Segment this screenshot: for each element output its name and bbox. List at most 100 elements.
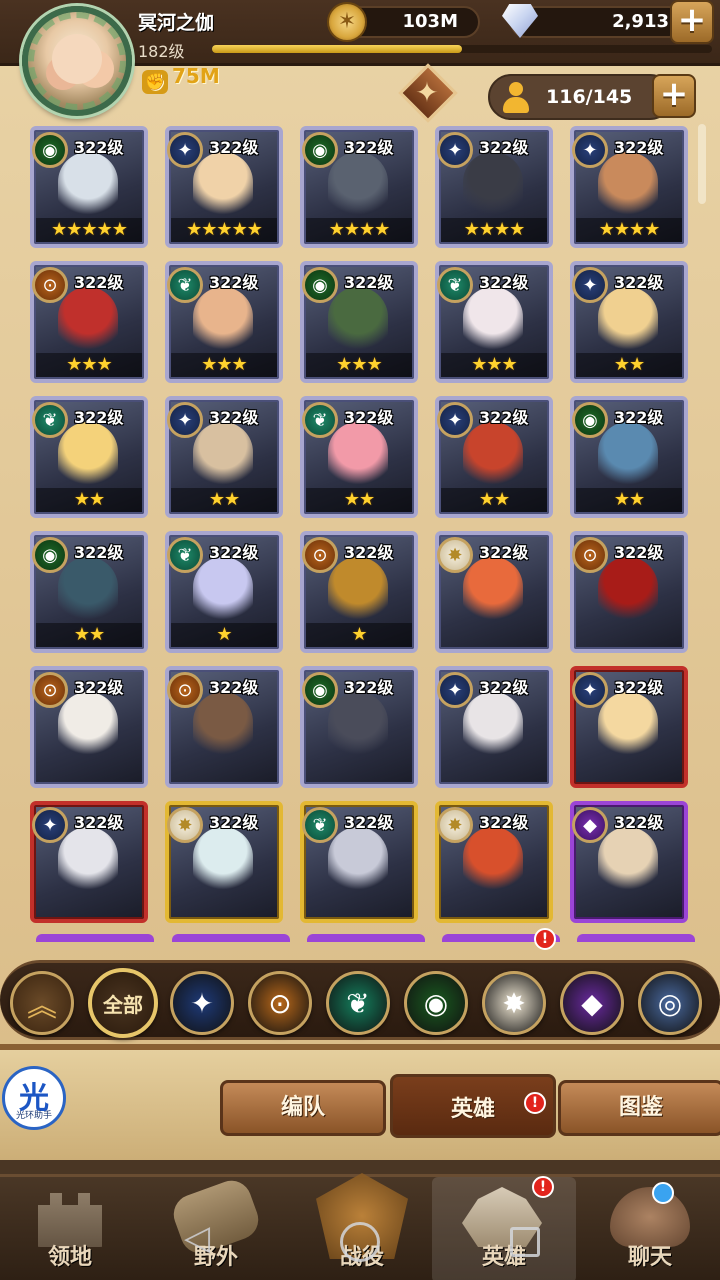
resonating-crystal-button[interactable]: ✦ — [392, 63, 462, 128]
celes-faction-icon: ✸ — [502, 986, 526, 1020]
hero-card[interactable]: ✦ 322级 ★★★★ — [435, 126, 553, 248]
halo-helper-button[interactable]: 光 光环助手 — [2, 1066, 66, 1130]
hero-portrait — [328, 152, 388, 218]
gold-coin-icon — [327, 2, 367, 42]
hero-card[interactable]: ◆ 322级 — [570, 801, 688, 923]
hero-card[interactable]: ◉ 322级 ★★ — [30, 531, 148, 653]
nav-item-heroes[interactable]: 英雄 — [432, 1177, 576, 1280]
wild-faction-icon: ❦ — [346, 986, 370, 1020]
wild-faction-icon: ❦ — [302, 402, 338, 438]
add-hero-slots-button[interactable]: + — [652, 74, 696, 118]
experience-bar-fill — [212, 45, 462, 53]
hero-card[interactable]: ✦ 322级 ★★ — [435, 396, 553, 518]
castle-icon — [38, 1193, 102, 1247]
hero-stars: ★★★★★ — [171, 218, 277, 242]
filter-hypo-button[interactable]: ◆ — [560, 971, 624, 1035]
hero-card[interactable]: ✦ 322级 ★★★★ — [570, 126, 688, 248]
hero-level: 322级 — [344, 408, 394, 427]
hero-card[interactable]: ⊙ 322级 — [165, 666, 283, 788]
add-gems-button[interactable]: + — [670, 0, 714, 44]
hero-card-peek[interactable] — [36, 934, 154, 942]
filter-light-button[interactable]: ✦ — [170, 971, 234, 1035]
hero-card-peek[interactable] — [172, 934, 290, 942]
tab-codex[interactable]: 图鉴 — [558, 1080, 720, 1136]
hero-card[interactable]: ❦ 322级 ★★★ — [165, 261, 283, 383]
chat-bubble-icon — [610, 1187, 690, 1247]
hero-portrait — [598, 557, 658, 623]
light-faction-icon: ✦ — [572, 267, 608, 303]
player-avatar[interactable] — [22, 6, 132, 116]
collapse-chevron-up-icon[interactable]: ︽ — [10, 971, 74, 1035]
hero-portrait — [193, 557, 253, 623]
gold-counter[interactable]: 103M — [327, 2, 480, 42]
hero-card-peek[interactable] — [577, 934, 695, 942]
hero-card[interactable]: ✦ 322级 ★★★★★ — [165, 126, 283, 248]
hero-portrait — [328, 422, 388, 488]
nav-item-territory[interactable]: 领地 — [0, 1177, 140, 1280]
wild-faction-icon: ❦ — [32, 402, 68, 438]
hero-stars: ★★ — [576, 353, 682, 377]
hero-portrait — [58, 152, 118, 218]
hero-stars: ★★★ — [306, 353, 412, 377]
hero-stars: ★★★★ — [576, 218, 682, 242]
hero-card[interactable]: ⊙ 322级 — [30, 666, 148, 788]
system-home-icon[interactable] — [340, 1222, 380, 1262]
hero-card[interactable]: ✦ 322级 ★★ — [570, 261, 688, 383]
hero-portrait — [463, 152, 523, 218]
light-faction-icon: ✦ — [437, 402, 473, 438]
system-back-icon[interactable]: ◁ — [184, 1218, 210, 1258]
hero-card[interactable]: ⊙ 322级 ★★★ — [30, 261, 148, 383]
hero-card-peek[interactable] — [307, 934, 425, 942]
hero-stars: ★★ — [576, 488, 682, 512]
hero-card[interactable]: ✸ 322级 — [165, 801, 283, 923]
hero-card[interactable]: ❦ 322级 ★★★ — [435, 261, 553, 383]
filter-all-button[interactable]: 全部 — [88, 968, 158, 1038]
hero-card[interactable]: ◉ 322级 — [300, 666, 418, 788]
hero-card[interactable]: ❦ 322级 ★ — [165, 531, 283, 653]
light-faction-icon: ✦ — [167, 132, 203, 168]
wild-faction-icon: ❦ — [437, 267, 473, 303]
hero-card[interactable]: ❦ 322级 — [300, 801, 418, 923]
filter-dimensional-button[interactable]: ◎ — [638, 971, 702, 1035]
hero-portrait — [598, 827, 658, 893]
hero-card[interactable]: ❦ 322级 ★★ — [30, 396, 148, 518]
system-recents-icon[interactable] — [510, 1227, 540, 1257]
hero-alert-badge: ! — [534, 928, 556, 950]
grave-faction-icon: ◉ — [423, 986, 449, 1020]
hero-level: 322级 — [74, 273, 124, 292]
tab-team[interactable]: 编队 — [220, 1080, 386, 1136]
hero-stars: ★★★★★ — [36, 218, 142, 242]
hero-card[interactable]: ◉ 322级 ★★ — [570, 396, 688, 518]
hero-card[interactable]: ✸ 322级 — [435, 531, 553, 653]
grave-faction-icon: ◉ — [572, 402, 608, 438]
hero-card[interactable]: ❦ 322级 ★★ — [300, 396, 418, 518]
hero-level: 322级 — [479, 678, 529, 697]
hero-level: 322级 — [614, 813, 664, 832]
filter-maul-button[interactable]: ⊙ — [248, 971, 312, 1035]
hero-level: 322级 — [344, 138, 394, 157]
hero-portrait — [598, 152, 658, 218]
hero-card[interactable]: ⊙ 322级 — [570, 531, 688, 653]
hero-card[interactable]: ✦ 322级 ★★ — [165, 396, 283, 518]
hero-level: 322级 — [344, 678, 394, 697]
hero-card[interactable]: ◉ 322级 ★★★ — [300, 261, 418, 383]
hero-portrait — [193, 287, 253, 353]
hero-portrait — [193, 152, 253, 218]
filter-wild-button[interactable]: ❦ — [326, 971, 390, 1035]
hero-stars: ★★ — [171, 488, 277, 512]
hero-card[interactable]: ◉ 322级 ★★★★★ — [30, 126, 148, 248]
hero-card[interactable]: ✦ 322级 — [30, 801, 148, 923]
nav-item-wilds[interactable]: 野外 — [146, 1175, 286, 1280]
hero-card[interactable]: ✸ 322级 — [435, 801, 553, 923]
scrollbar[interactable] — [698, 124, 706, 204]
filter-grave-button[interactable]: ◉ — [404, 971, 468, 1035]
hero-portrait — [598, 422, 658, 488]
filter-celes-button[interactable]: ✸ — [482, 971, 546, 1035]
combat-power-value: 75M — [172, 64, 220, 88]
hero-card[interactable]: ✦ 322级 — [435, 666, 553, 788]
hero-card[interactable]: ◉ 322级 ★★★★ — [300, 126, 418, 248]
hero-card[interactable]: ⊙ 322级 ★ — [300, 531, 418, 653]
gem-counter[interactable]: 2,913 — [502, 4, 685, 38]
hero-card[interactable]: ✦ 322级 — [570, 666, 688, 788]
nav-item-chat[interactable]: 聊天 — [580, 1177, 720, 1280]
